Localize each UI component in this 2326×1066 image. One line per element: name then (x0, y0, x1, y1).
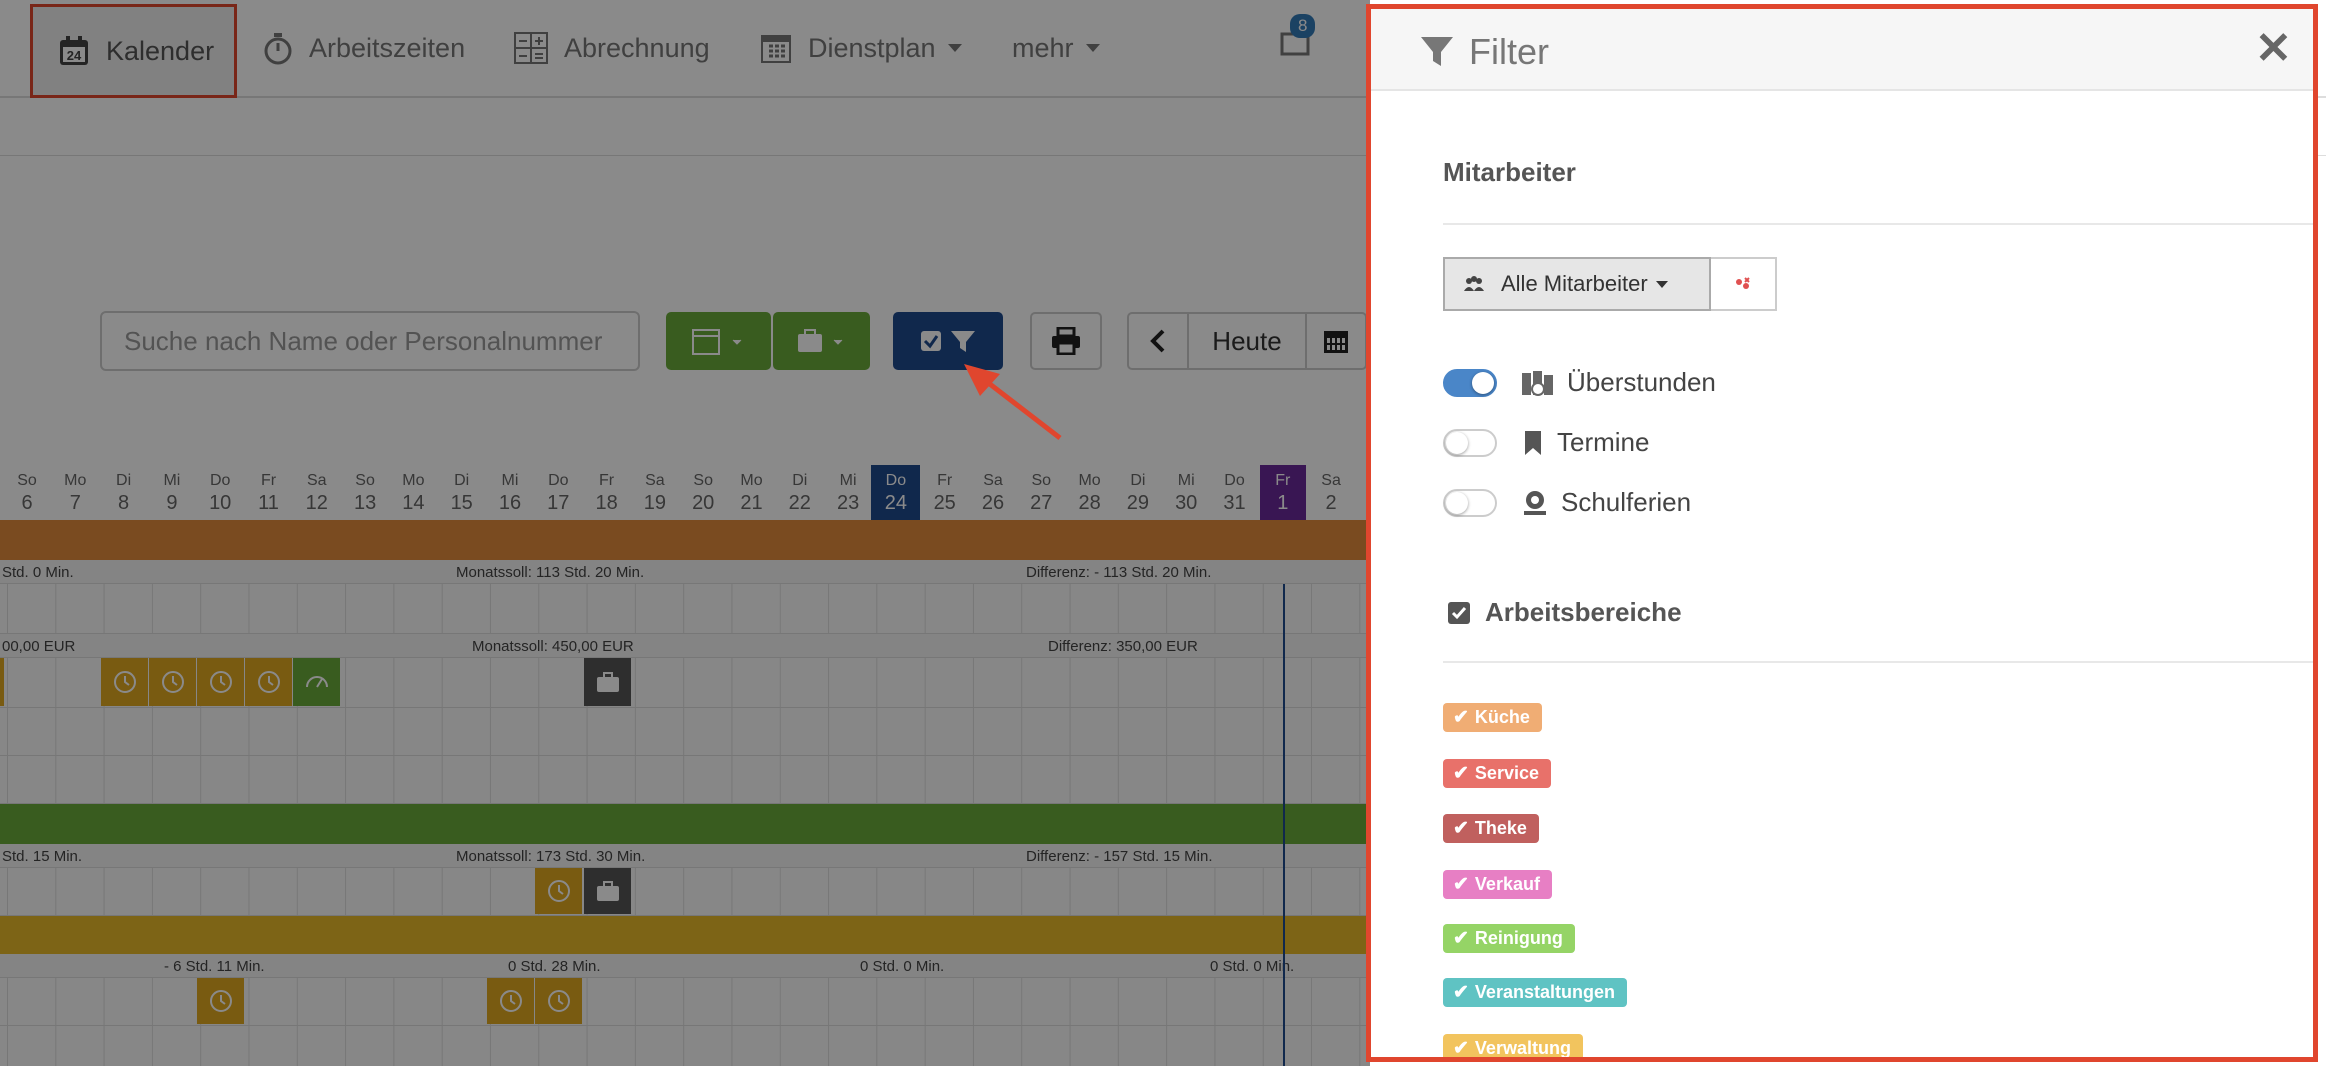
area-tag-label: Theke (1474, 818, 1527, 838)
filter-panel: Filter ✕ Mitarbeiter Alle Mitarbeiter Üb… (1366, 4, 2318, 1062)
check-icon: ✔ (1453, 1038, 1469, 1059)
area-tag-label: Verkauf (1474, 874, 1540, 894)
modal-backdrop[interactable] (0, 0, 1370, 1066)
area-tag[interactable]: ✔ Veranstaltungen (1443, 978, 1627, 1007)
area-tag[interactable]: ✔ Service (1443, 759, 1551, 788)
toggle-label: Schulferien (1561, 487, 1692, 517)
area-tag-label: Reinigung (1474, 928, 1563, 948)
filter-icon (1421, 37, 1453, 66)
overtime-icon (1522, 370, 1553, 396)
filter-panel-header: Filter ✕ (1371, 9, 2313, 91)
toggle-schulferien[interactable]: Schulferien (1443, 487, 1691, 518)
annotation-arrow (964, 364, 1062, 440)
check-icon: ✔ (1453, 982, 1469, 1003)
filter-title-text: Filter (1469, 31, 1549, 72)
section-heading-text: Arbeitsbereiche (1485, 597, 1682, 627)
clear-employees-button[interactable] (1711, 257, 1777, 311)
toggle-label: Überstunden (1567, 367, 1716, 397)
toggle-switch[interactable] (1443, 368, 1497, 397)
employee-select-value: Alle Mitarbeiter (1501, 271, 1648, 296)
area-tag-label: Service (1474, 763, 1539, 783)
area-tag[interactable]: ✔ Küche (1443, 703, 1542, 732)
toggle-ueberstunden[interactable]: Überstunden (1443, 367, 1716, 398)
section-heading-areas[interactable]: Arbeitsbereiche (1447, 597, 1682, 628)
check-icon: ✔ (1453, 928, 1469, 949)
area-tag[interactable]: ✔ Verwaltung (1443, 1034, 1583, 1059)
employee-select-group: Alle Mitarbeiter (1443, 257, 1777, 311)
filter-title: Filter (1419, 31, 1549, 73)
area-tag-label: Veranstaltungen (1474, 982, 1615, 1002)
area-tag-label: Küche (1474, 707, 1530, 727)
close-icon[interactable]: ✕ (2255, 23, 2292, 74)
area-tag[interactable]: ✔ Reinigung (1443, 924, 1575, 953)
area-tag-label: Verwaltung (1474, 1038, 1571, 1058)
divider (1443, 661, 2313, 663)
toggle-termine[interactable]: Termine (1443, 427, 1649, 458)
check-icon: ✔ (1453, 707, 1469, 728)
toggle-label: Termine (1557, 427, 1650, 457)
checkbox-checked-icon (1448, 601, 1470, 624)
bookmark-icon (1525, 430, 1541, 455)
remove-users-icon (1736, 277, 1750, 289)
check-icon: ✔ (1453, 874, 1469, 895)
toggle-switch[interactable] (1443, 428, 1497, 457)
group-icon (1464, 276, 1484, 291)
section-heading: Mitarbeiter (1443, 157, 1576, 187)
check-icon: ✔ (1453, 763, 1469, 784)
divider (1443, 223, 2313, 225)
employee-select[interactable]: Alle Mitarbeiter (1443, 257, 1711, 311)
area-tag[interactable]: ✔ Theke (1443, 814, 1539, 843)
area-tag[interactable]: ✔ Verkauf (1443, 870, 1552, 899)
toggle-switch[interactable] (1443, 488, 1497, 517)
school-icon (1524, 490, 1546, 515)
check-icon: ✔ (1453, 818, 1469, 839)
caret-down-icon (1655, 280, 1668, 288)
